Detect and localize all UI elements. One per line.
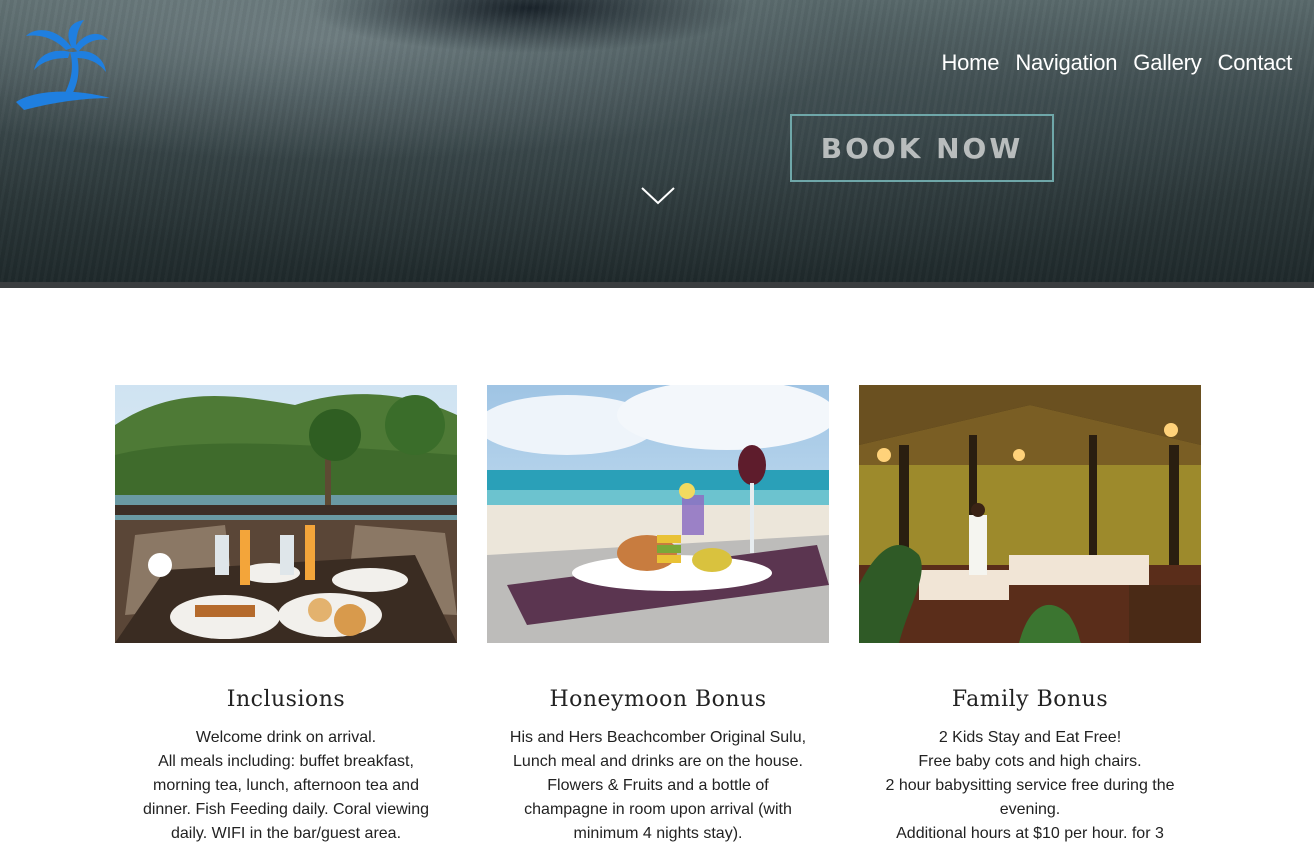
card-family: Family Bonus 2 Kids Stay and Eat Free! F… (859, 385, 1201, 846)
card-line: His and Hers Beachcomber Original Sulu, … (509, 729, 807, 842)
nav-contact[interactable]: Contact (1218, 50, 1293, 76)
card-description: His and Hers Beachcomber Original Sulu, … (487, 726, 829, 846)
book-now-button[interactable]: BOOK NOW (790, 114, 1054, 182)
card-inclusions: Inclusions Welcome drink on arrival. All… (115, 385, 457, 846)
breakfast-table-image (115, 385, 457, 643)
feature-cards: Inclusions Welcome drink on arrival. All… (115, 385, 1201, 846)
nav-navigation[interactable]: Navigation (1015, 50, 1117, 76)
card-line: 2 hour babysitting service free during t… (885, 777, 1175, 818)
beach-dinner-image (487, 385, 829, 643)
card-line: 2 Kids Stay and Eat Free! (938, 729, 1122, 746)
card-title: Inclusions (226, 687, 346, 712)
card-line: Additional hours at $10 per hour. for 3 (896, 825, 1164, 842)
card-line: All meals including: buffet breakfast, m… (142, 753, 430, 842)
palm-tree-logo-icon[interactable] (14, 18, 110, 112)
nav-gallery[interactable]: Gallery (1133, 50, 1201, 76)
card-description: 2 Kids Stay and Eat Free! Free baby cots… (859, 726, 1201, 846)
chevron-down-icon[interactable] (640, 186, 676, 206)
card-title: Honeymoon Bonus (549, 687, 767, 712)
hero-divider (0, 282, 1314, 288)
card-honeymoon: Honeymoon Bonus His and Hers Beachcomber… (487, 385, 829, 846)
nav-home[interactable]: Home (941, 50, 999, 76)
book-now-label: BOOK NOW (820, 131, 1024, 165)
card-line: Free baby cots and high chairs. (918, 753, 1142, 770)
card-title: Family Bonus (951, 687, 1109, 712)
main-nav: Home Navigation Gallery Contact (941, 50, 1292, 76)
card-line: Welcome drink on arrival. (195, 729, 377, 746)
card-description: Welcome drink on arrival. All meals incl… (115, 726, 457, 846)
hero-banner (0, 0, 1314, 282)
restaurant-interior-image (859, 385, 1201, 643)
